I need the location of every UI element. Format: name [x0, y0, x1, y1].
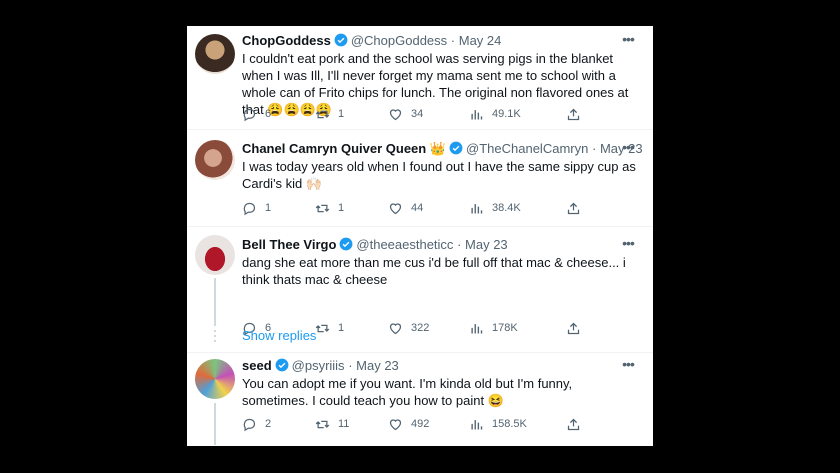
handle[interactable]: @ChopGoddess	[351, 33, 447, 48]
handle[interactable]: @TheChanelCamryn	[466, 141, 588, 156]
timestamp[interactable]: May 24	[459, 33, 502, 48]
views-button[interactable]: 178K	[469, 320, 518, 336]
retweet-count: 1	[338, 322, 345, 334]
tweet-header: Chanel Camryn Quiver Queen 👑 @TheChanelCa…	[242, 140, 645, 158]
like-count: 322	[411, 322, 430, 334]
avatar[interactable]	[195, 359, 235, 399]
tweet-chopgoddess[interactable]: ChopGoddess @ChopGoddess · May 24 ••• I c…	[187, 26, 653, 130]
reply-icon	[243, 418, 256, 431]
retweet-icon	[315, 324, 330, 332]
tweet-actions: 1 1 44 38.4K	[242, 200, 593, 216]
share-icon	[567, 202, 580, 214]
reply-count: 2	[265, 418, 272, 430]
separator: ·	[348, 358, 353, 373]
views-icon	[471, 109, 483, 119]
like-button[interactable]: 322	[388, 320, 429, 336]
like-icon	[389, 202, 402, 214]
handle[interactable]: @psyriiis	[292, 358, 345, 373]
separator: ·	[450, 33, 456, 48]
like-icon	[389, 322, 402, 334]
tweet-thechanelcamryn[interactable]: Chanel Camryn Quiver Queen 👑 @TheChanelCa…	[187, 131, 653, 227]
reply-icon	[243, 202, 256, 215]
display-name[interactable]: Chanel Camryn Quiver Queen 👑	[242, 141, 446, 156]
share-icon	[567, 108, 580, 120]
more-options-icon[interactable]: •••	[619, 357, 637, 375]
share-icon	[567, 322, 580, 334]
retweet-icon	[315, 110, 330, 118]
handle[interactable]: @theeaestheticc	[356, 237, 453, 252]
reply-button[interactable]: 1	[242, 200, 271, 216]
tweet-actions: 2 11 492 158.5K	[242, 416, 593, 432]
like-count: 44	[411, 202, 424, 214]
views-icon	[471, 203, 483, 213]
more-options-icon[interactable]: •••	[619, 140, 637, 158]
verified-icon	[449, 141, 463, 155]
separator: ·	[457, 237, 462, 252]
retweet-icon	[315, 420, 330, 428]
views-icon	[471, 419, 483, 429]
like-count: 34	[411, 108, 424, 120]
views-count: 49.1K	[492, 108, 521, 120]
avatar[interactable]	[195, 140, 235, 180]
verified-icon	[334, 33, 348, 47]
reply-button[interactable]: 6	[242, 106, 271, 122]
views-button[interactable]: 38.4K	[469, 200, 521, 216]
tweet-text: dang she eat more than me cus i'd be ful…	[242, 255, 626, 287]
tweet-replies-panel: ChopGoddess @ChopGoddess · May 24 ••• I c…	[187, 26, 653, 446]
like-icon	[389, 418, 402, 430]
like-button[interactable]: 44	[388, 200, 423, 216]
reply-count: 1	[265, 202, 272, 214]
retweet-count: 1	[338, 202, 345, 214]
retweet-button[interactable]: 1	[315, 106, 344, 122]
retweet-button[interactable]: 11	[315, 416, 349, 432]
tweet-psyriiis[interactable]: seed @psyriiis · May 23 ••• You can adopt…	[187, 353, 653, 446]
display-name[interactable]: seed	[242, 358, 272, 373]
views-button[interactable]: 49.1K	[469, 106, 521, 122]
retweet-count: 1	[338, 108, 345, 120]
retweet-button[interactable]: 1	[315, 320, 344, 336]
verified-icon	[275, 358, 289, 372]
share-icon	[567, 418, 580, 430]
tweet-header: Bell Thee Virgo @theeaestheticc · May 23 …	[242, 236, 645, 254]
tweet-actions: 6 1 34 49.1K	[242, 106, 593, 122]
reply-count: 6	[265, 108, 272, 120]
display-name[interactable]: ChopGoddess	[242, 33, 331, 48]
avatar[interactable]	[195, 34, 235, 74]
avatar[interactable]	[195, 235, 235, 275]
like-count: 492	[411, 418, 430, 430]
share-button[interactable]	[566, 106, 589, 122]
views-icon	[471, 323, 483, 333]
separator: ·	[591, 141, 597, 156]
like-icon	[389, 108, 402, 120]
show-replies-link[interactable]: Show replies	[242, 328, 316, 343]
share-button[interactable]	[566, 320, 589, 336]
retweet-count: 11	[338, 418, 350, 430]
thread-line	[214, 278, 216, 326]
tweet-header: seed @psyriiis · May 23 •••	[242, 357, 645, 375]
like-button[interactable]: 492	[388, 416, 429, 432]
timestamp[interactable]: May 23	[465, 237, 508, 252]
timestamp[interactable]: May 23	[356, 358, 399, 373]
retweet-icon	[315, 204, 330, 212]
like-button[interactable]: 34	[388, 106, 423, 122]
views-count: 38.4K	[492, 202, 521, 214]
views-count: 178K	[492, 322, 518, 334]
reply-button[interactable]: 2	[242, 416, 271, 432]
display-name[interactable]: Bell Thee Virgo	[242, 237, 336, 252]
more-options-icon[interactable]: •••	[619, 32, 637, 50]
verified-icon	[339, 237, 353, 251]
retweet-button[interactable]: 1	[315, 200, 344, 216]
views-button[interactable]: 158.5K	[469, 416, 527, 432]
share-button[interactable]	[566, 416, 589, 432]
tweet-text: I was today years old when I found out I…	[242, 159, 636, 191]
views-count: 158.5K	[492, 418, 527, 430]
share-button[interactable]	[566, 200, 589, 216]
thread-ellipsis	[213, 330, 217, 345]
more-options-icon[interactable]: •••	[619, 236, 637, 254]
reply-icon	[243, 108, 256, 121]
tweet-text: You can adopt me if you want. I'm kinda …	[242, 376, 573, 408]
tweet-header: ChopGoddess @ChopGoddess · May 24 •••	[242, 32, 645, 50]
thread-line	[214, 403, 216, 445]
